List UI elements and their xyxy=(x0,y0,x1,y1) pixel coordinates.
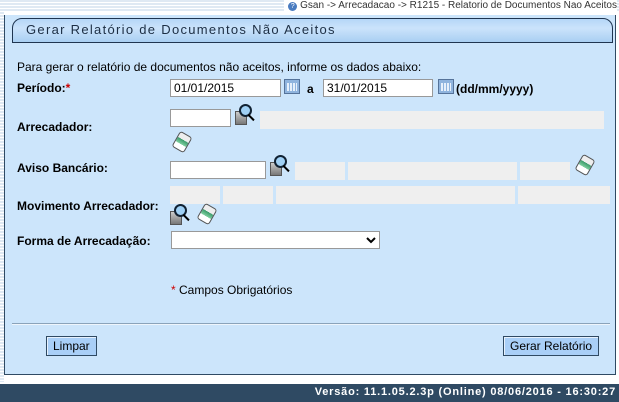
required-note: * Campos Obrigatórios xyxy=(171,283,293,297)
movimento-field-2 xyxy=(223,186,273,204)
movimento-field-1 xyxy=(170,186,220,204)
aviso-field-2 xyxy=(348,162,517,180)
search-icon[interactable] xyxy=(235,104,257,125)
periodo-inicio-input[interactable] xyxy=(170,79,281,97)
breadcrumb: ? Gsan -> Arrecadacao -> R1215 - Relatori… xyxy=(284,0,617,11)
version-footer: Versão: 11.1.05.2.3p (Online) 08/06/2016… xyxy=(0,384,619,402)
forma-arrecadacao-select[interactable] xyxy=(171,231,380,249)
calendar-icon[interactable] xyxy=(284,79,300,94)
aviso-label: Aviso Bancário: xyxy=(17,161,108,175)
movimento-label: Movimento Arrecadador: xyxy=(17,199,159,213)
arrecadador-description xyxy=(260,111,604,129)
movimento-field-3 xyxy=(276,186,515,204)
search-icon[interactable] xyxy=(170,204,192,225)
periodo-fim-input[interactable] xyxy=(323,79,433,97)
search-icon[interactable] xyxy=(270,155,292,176)
page-title: Gerar Relatório de Documentos Não Aceito… xyxy=(26,22,336,37)
help-icon[interactable]: ? xyxy=(288,2,298,11)
aviso-field-3 xyxy=(520,162,570,180)
intro-text: Para gerar o relatório de documentos não… xyxy=(17,60,422,74)
arrecadador-label: Arrecadador: xyxy=(17,120,93,134)
aviso-input[interactable] xyxy=(170,161,266,179)
arrecadador-input[interactable] xyxy=(170,109,231,127)
date-format-hint: (dd/mm/yyyy) xyxy=(456,82,534,96)
gerar-relatorio-button[interactable]: Gerar Relatório xyxy=(503,336,600,356)
limpar-button[interactable]: Limpar xyxy=(46,336,97,356)
periodo-label: Período:* xyxy=(17,81,71,95)
divider xyxy=(12,323,610,325)
periodo-separator: a xyxy=(307,82,314,96)
calendar-icon[interactable] xyxy=(438,79,454,94)
aviso-field-1 xyxy=(295,162,345,180)
forma-label: Forma de Arrecadação: xyxy=(17,234,151,248)
movimento-field-4 xyxy=(518,186,610,204)
